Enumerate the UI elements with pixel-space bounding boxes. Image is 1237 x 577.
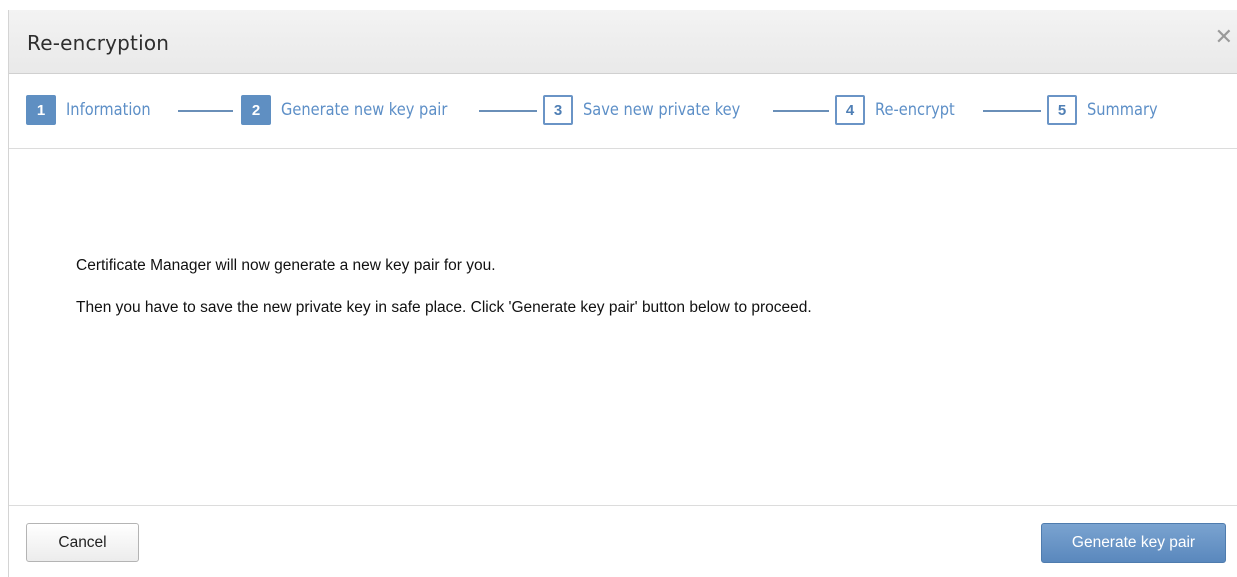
step-connector (178, 110, 233, 112)
wizard-steps: 1 Information 2 Generate new key pair 3 … (9, 74, 1237, 149)
generate-key-pair-button[interactable]: Generate key pair (1041, 523, 1226, 563)
step-connector (479, 110, 537, 112)
step-label: Generate new key pair (281, 100, 448, 120)
step-save-private-key: 3 Save new private key (543, 94, 766, 126)
dialog-content: Certificate Manager will now generate a … (9, 149, 1237, 505)
info-text-line2: Then you have to save the new private ke… (76, 299, 812, 316)
step-number: 4 (835, 95, 865, 125)
re-encryption-dialog: Re-encryption ✕ 1 Information 2 Generate… (8, 10, 1237, 577)
close-icon[interactable]: ✕ (1215, 26, 1233, 48)
step-label: Save new private key (583, 100, 741, 120)
step-summary: 5 Summary (1047, 94, 1169, 126)
step-connector (983, 110, 1041, 112)
step-label: Summary (1087, 100, 1158, 120)
step-number: 5 (1047, 95, 1077, 125)
step-generate-key-pair: 2 Generate new key pair (241, 94, 474, 126)
step-label: Information (66, 100, 151, 120)
step-number: 2 (241, 95, 271, 125)
step-number: 3 (543, 95, 573, 125)
dialog-titlebar: Re-encryption ✕ (9, 10, 1237, 74)
step-connector (773, 110, 829, 112)
info-text-line1: Certificate Manager will now generate a … (76, 257, 496, 274)
step-re-encrypt: 4 Re-encrypt (835, 94, 968, 126)
step-information: 1 Information (26, 94, 164, 126)
step-label: Re-encrypt (875, 100, 955, 120)
dialog-footer: Cancel Generate key pair (9, 505, 1237, 577)
dialog-title: Re-encryption (27, 31, 170, 55)
cancel-button[interactable]: Cancel (26, 523, 139, 562)
step-number: 1 (26, 95, 56, 125)
